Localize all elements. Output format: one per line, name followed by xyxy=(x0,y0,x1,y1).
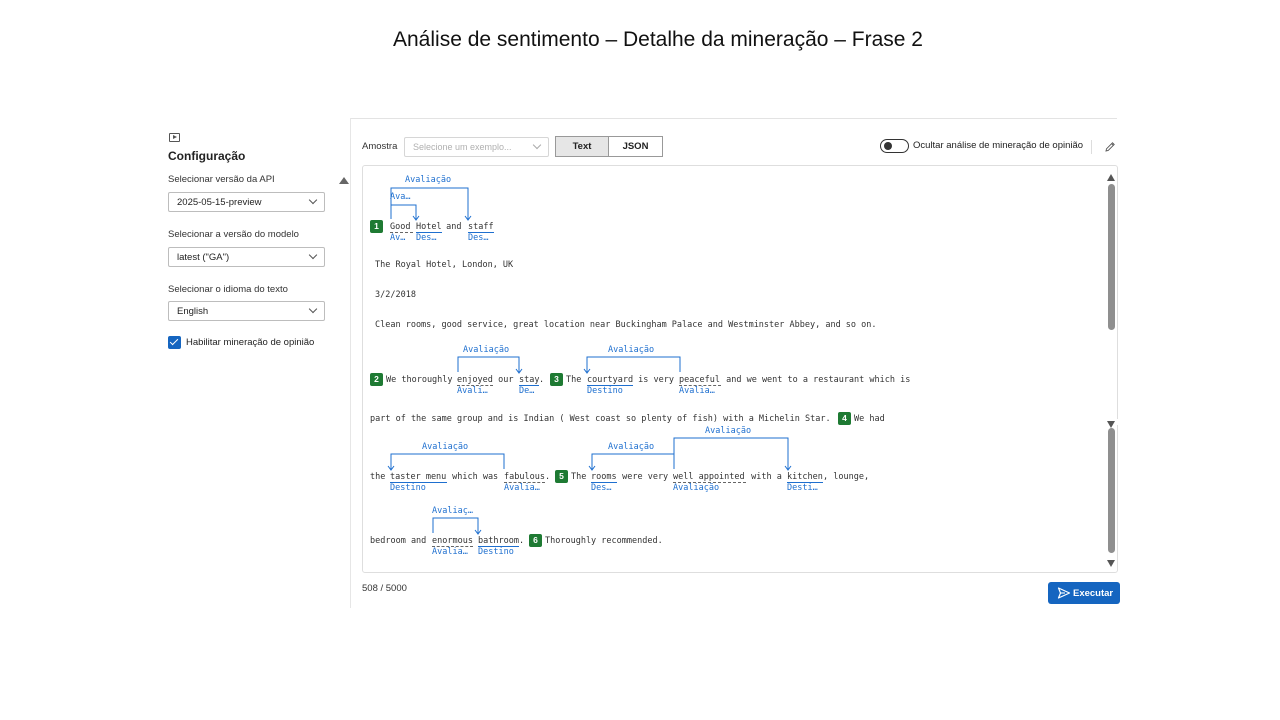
slide-title: Análise de sentimento – Detalhe da miner… xyxy=(393,28,923,51)
character-count: 508 / 5000 xyxy=(362,583,407,594)
token: Thoroughly recommended. xyxy=(545,536,663,546)
send-icon xyxy=(1057,587,1071,599)
language-studio-panel: Configuração Selecionar versão da API 20… xyxy=(157,118,1120,608)
run-label: Executar xyxy=(1073,588,1114,599)
relation-arrows-6 xyxy=(432,517,482,535)
run-button[interactable]: Executar xyxy=(1048,582,1120,604)
sentence-badge: 6 xyxy=(529,534,542,547)
